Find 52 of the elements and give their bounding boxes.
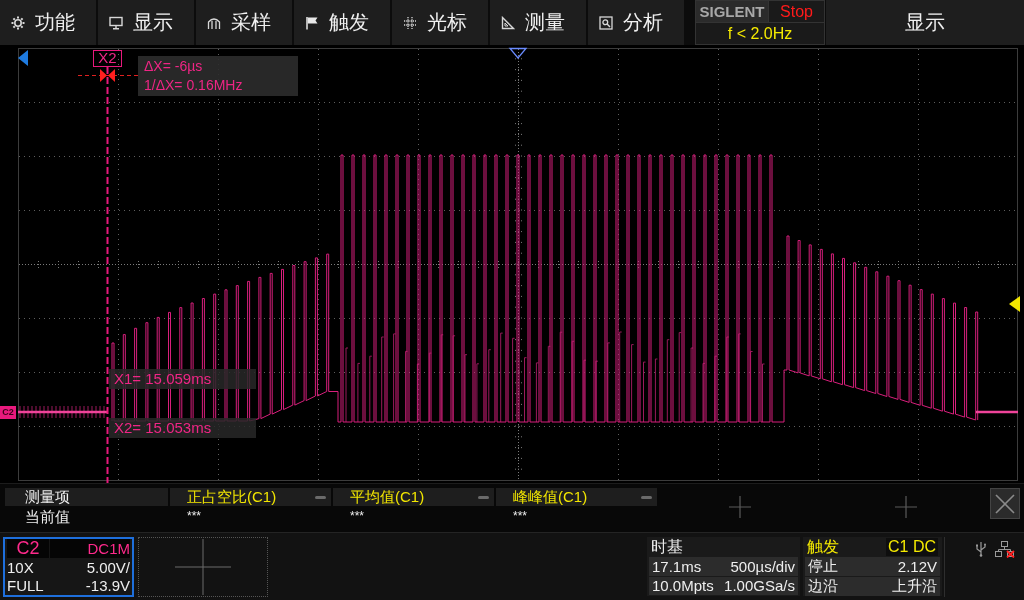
menu-button[interactable]: 功能 [0,0,96,45]
channel-panel[interactable]: C2 DC1M 10X 5.00V/ FULL -13.9V [3,537,134,597]
measurement-value: *** [349,508,364,525]
menu-button[interactable]: 测量 [490,0,586,45]
measurement-value: *** [186,508,201,525]
trigger-mode: 停止 [808,557,838,576]
trigger-title: 触发 [807,538,839,556]
row-label: 测量项 [5,488,168,506]
timebase-panel[interactable]: 时基 17.1ms 500µs/div 10.0Mpts 1.00GSa/s [647,537,800,596]
brand-logo: SIGLENT [696,1,768,22]
triangle-ruler-icon [501,15,515,30]
dash-icon [478,495,489,499]
coupling-text: DC1M [50,539,130,558]
bandwidth-text: FULL [7,577,44,595]
menu-button[interactable]: 光标 [392,0,488,45]
close-button[interactable] [990,488,1020,519]
grid-icon [403,15,417,30]
sample-rate: 1.00GSa/s [724,577,795,595]
menu-button[interactable]: 分析 [588,0,684,45]
channel-name: C2 [7,539,49,558]
monitor-icon [109,15,123,30]
magnifier-icon [599,15,613,30]
trigger-source: C1 DC [886,538,938,556]
probe-text: 10X [7,558,34,576]
timebase-title: 时基 [650,538,683,556]
row-label: 当前值 [24,507,71,527]
arch-icon [207,15,221,30]
run-state: Stop [768,1,824,22]
scale-text: 5.00V/ [86,558,130,576]
menu-button[interactable]: 采样 [196,0,292,45]
gear-icon [11,15,25,30]
usb-icon [975,541,987,557]
measurement-value: *** [512,508,527,525]
channel-marker: C2 [0,406,16,419]
empty-channel-slot[interactable] [138,537,268,597]
trigger-slope: 上升沿 [892,577,937,596]
trigger-frequency: f < 2.0Hz [696,22,824,45]
menu-button[interactable]: 触发 [294,0,390,45]
memory-depth: 10.0Mpts [652,577,714,595]
dash-icon [315,495,326,499]
menu-button[interactable]: 显示 [98,0,194,45]
offset-text: -13.9V [85,577,130,595]
timebase-scale: 500µs/div [730,557,795,575]
trigger-type: 边沿 [808,577,838,596]
delay-text: 17.1ms [652,557,702,575]
plus-icon [175,539,231,595]
panel-title: 显示 [826,0,1024,45]
flag-icon [305,15,319,30]
trigger-panel[interactable]: 触发 C1 DC 停止 2.12V 边沿 上升沿 [803,537,942,596]
dash-icon [641,495,652,499]
trigger-level: 2.12V [897,558,937,575]
close-icon [995,493,1015,514]
